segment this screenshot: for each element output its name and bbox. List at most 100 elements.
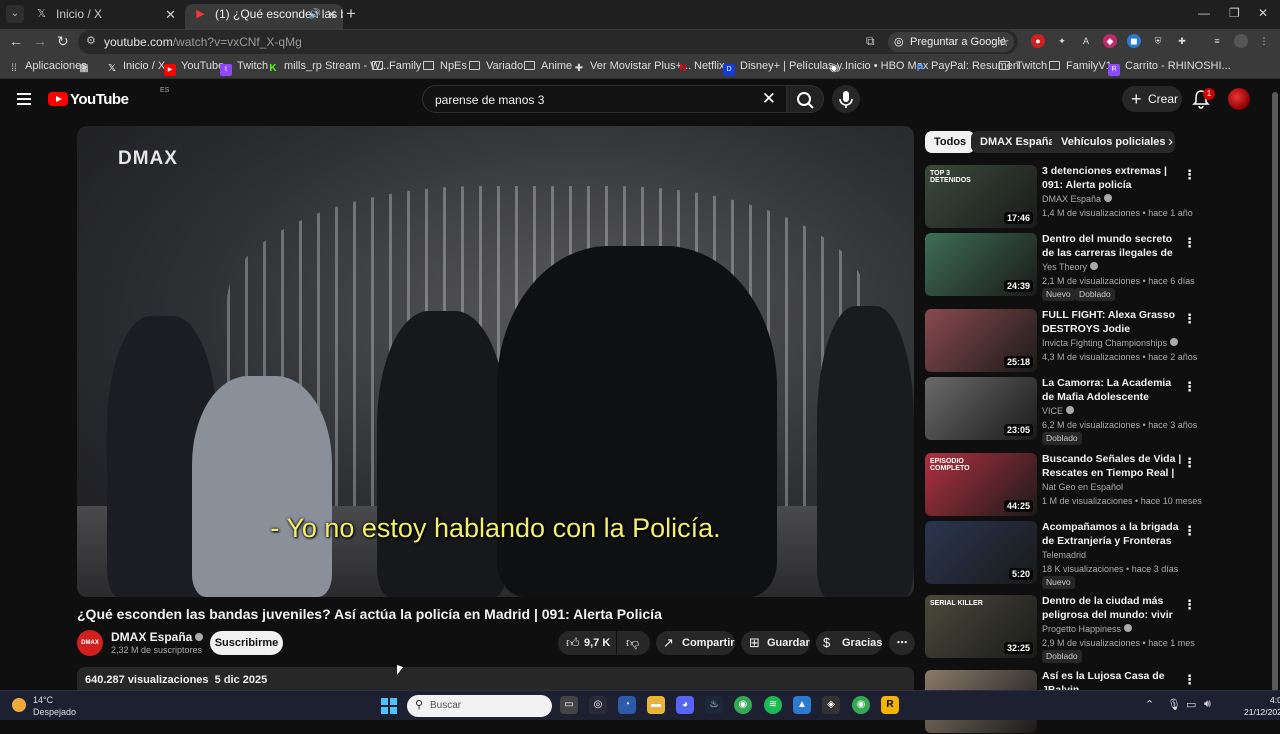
spotify-icon[interactable]: ≋ <box>764 696 782 714</box>
profile-icon[interactable] <box>1234 34 1248 48</box>
bookmark-grid[interactable]: ▦ <box>78 60 95 75</box>
restore-icon[interactable]: ❐ <box>1229 6 1240 20</box>
video-thumbnail[interactable]: TOP 3 DETENIDOS 17:46 <box>925 165 1037 228</box>
video-player[interactable]: DMAX - Yo no estoy hablando con la Polic… <box>77 126 914 597</box>
search-query[interactable]: parense de manos 3 <box>435 93 544 107</box>
bookmark-aplicaciones[interactable]: ⁞⁞ Aplicaciones <box>8 60 87 75</box>
chip-todos[interactable]: Todos <box>925 131 976 153</box>
channel-name[interactable]: DMAX España <box>111 630 204 644</box>
app-icon[interactable]: ◈ <box>822 696 840 714</box>
translate-icon[interactable]: A <box>1079 34 1093 48</box>
bookmark-anime[interactable]: Anime <box>524 60 572 72</box>
bookmark-youtube[interactable]: ▶ YouTube <box>164 60 224 76</box>
recommendation-card[interactable]: TOP 3 DETENIDOS 17:46 3 detenciones extrem… <box>925 165 1200 229</box>
subscribe-button[interactable]: Suscribirme <box>210 631 283 655</box>
photos-icon[interactable]: ▲ <box>793 696 811 714</box>
mic-tray-icon[interactable]: 🎙︎ <box>1167 698 1181 711</box>
network-icon[interactable]: ▭ <box>1186 698 1196 711</box>
windows-start-icon[interactable] <box>381 698 397 714</box>
chip-dmax-espana[interactable]: DMAX España <box>971 131 1064 153</box>
speaker-icon[interactable]: 🔊 <box>309 4 321 25</box>
more-vertical-icon[interactable]: ⋮ <box>1183 167 1196 183</box>
recommendation-card[interactable]: 23:05 La Camorra: La Academia de Mafia Ad… <box>925 377 1200 445</box>
recommendation-title[interactable]: Dentro del mundo secreto de las carreras… <box>1042 233 1182 260</box>
recommendation-channel[interactable]: Nat Geo en Español <box>1042 482 1123 492</box>
clear-search-icon[interactable]: ✕ <box>762 89 776 109</box>
task-view-icon[interactable]: ▭ <box>560 696 578 714</box>
create-button[interactable]: + Crear <box>1122 86 1182 112</box>
recommendation-title[interactable]: Buscando Señales de Vida | Rescates en T… <box>1042 453 1182 480</box>
puzzle-icon[interactable]: ✚ <box>1175 34 1189 48</box>
share-button[interactable]: ↗ Compartir <box>656 631 735 655</box>
scrollbar-thumb[interactable] <box>1272 92 1278 692</box>
extension-icon[interactable]: ● <box>1031 34 1045 48</box>
recommendation-title[interactable]: 3 detenciones extremas | 091: Alerta pol… <box>1042 165 1182 192</box>
bookmark-familyv1[interactable]: FamilyV1 <box>1049 60 1112 72</box>
rockstar-icon[interactable]: R <box>881 696 899 714</box>
close-tab-icon[interactable]: ✕ <box>326 4 337 25</box>
chrome-active-icon[interactable]: ◉ <box>852 696 870 714</box>
search-button[interactable] <box>786 85 824 113</box>
more-vertical-icon[interactable]: ⋮ <box>1183 672 1196 688</box>
more-vertical-icon[interactable]: ⋮ <box>1183 311 1196 327</box>
channel-avatar[interactable]: DMAX <box>77 630 103 656</box>
steam-icon[interactable]: ♨ <box>705 696 723 714</box>
chip-vehiculos-policiales[interactable]: Vehículos policiales <box>1052 131 1175 153</box>
recommendation-title[interactable]: La Camorra: La Academia de Mafia Adolesc… <box>1042 377 1182 404</box>
dislike-button[interactable]: 👎︎ <box>617 631 650 655</box>
more-vertical-icon[interactable]: ⋮ <box>1183 597 1196 613</box>
search-input[interactable]: parense de manos 3 ✕ <box>422 85 786 113</box>
recommendation-channel[interactable]: Yes Theory <box>1042 262 1099 272</box>
bookmark-variado[interactable]: Variado <box>469 60 523 72</box>
bookmark-npes[interactable]: NpEs <box>423 60 467 72</box>
tab-search-icon[interactable]: ⌄ <box>6 5 24 23</box>
chevron-right-icon[interactable]: › <box>1168 133 1173 150</box>
recommendation-channel[interactable]: Progetto Happiness <box>1042 624 1133 634</box>
extension-icon[interactable]: ◼ <box>1127 34 1141 48</box>
menu-icon[interactable] <box>17 93 31 105</box>
bookmark-family[interactable]: Family <box>372 60 421 72</box>
volume-icon[interactable]: 🔊︎ <box>1204 698 1211 711</box>
app-icon[interactable]: ◔ <box>618 696 636 714</box>
back-icon[interactable]: ← <box>9 33 23 49</box>
recommendation-card[interactable]: SERIAL KILLER 32:25 Dentro de la ciudad má… <box>925 595 1200 663</box>
omnibox[interactable]: ⚙ youtube.com/watch?v=vxCNf_X-qMg ⧉ ◎ Pr… <box>78 30 1018 54</box>
video-thumbnail[interactable]: SERIAL KILLER 32:25 <box>925 595 1037 658</box>
recommendation-channel[interactable]: DMAX España <box>1042 194 1113 204</box>
bookmark-twitch-folder[interactable]: Twitch <box>999 60 1047 72</box>
system-clock[interactable]: 4:06 21/12/2025 <box>1244 694 1280 718</box>
video-thumbnail[interactable]: EPISODIO COMPLETO 44:25 <box>925 453 1037 516</box>
save-button[interactable]: ⊞ Guardar <box>741 631 810 655</box>
site-info-icon[interactable]: ⚙ <box>86 34 96 47</box>
new-tab-icon[interactable]: + <box>346 4 356 24</box>
taskbar-search[interactable]: ⚲ Buscar <box>407 695 552 717</box>
shield-icon[interactable]: ⛨ <box>1151 34 1165 48</box>
video-thumbnail[interactable]: 24:39 <box>925 233 1037 296</box>
file-explorer-icon[interactable]: ▬ <box>647 696 665 714</box>
bookmark-netflix[interactable]: N Netflix <box>677 60 724 75</box>
chrome-icon[interactable]: ◉ <box>734 696 752 714</box>
minimize-icon[interactable]: — <box>1198 6 1210 20</box>
video-thumbnail[interactable]: 5:20 <box>925 521 1037 584</box>
video-thumbnail[interactable]: 23:05 <box>925 377 1037 440</box>
obs-icon[interactable]: ◎ <box>589 696 607 714</box>
more-actions-button[interactable]: ⋯ <box>889 631 915 655</box>
url-text[interactable]: youtube.com/watch?v=vxCNf_X-qMg <box>104 35 302 49</box>
recommendation-channel[interactable]: Telemadrid <box>1042 550 1086 560</box>
thanks-button[interactable]: $ Gracias <box>816 631 882 655</box>
extension-icon[interactable]: ◆ <box>1103 34 1117 48</box>
recommendation-card[interactable]: 5:20 Acompañamos a la brigada de Extranje… <box>925 521 1200 589</box>
bookmark-mills[interactable]: Kmills_rp Stream - W... <box>267 60 389 75</box>
tray-chevron-icon[interactable]: ⌃ <box>1145 698 1154 711</box>
close-window-icon[interactable]: ✕ <box>1258 6 1268 20</box>
recommendation-title[interactable]: Dentro de la ciudad más peligrosa del mu… <box>1042 595 1182 622</box>
media-controls-icon[interactable]: ≡ <box>1210 34 1224 48</box>
close-tab-icon[interactable]: ✕ <box>165 4 176 25</box>
chrome-menu-icon[interactable]: ⋮ <box>1257 34 1271 48</box>
like-button[interactable]: 👍︎ 9,7 K <box>558 631 616 655</box>
more-vertical-icon[interactable]: ⋮ <box>1183 523 1196 539</box>
bookmark-inicio-x[interactable]: 𝕏 Inicio / X <box>106 60 165 75</box>
tab-inicio-x[interactable]: 𝕏 Inicio / X ✕ <box>26 4 182 29</box>
more-vertical-icon[interactable]: ⋮ <box>1183 455 1196 471</box>
user-avatar[interactable] <box>1228 88 1250 110</box>
